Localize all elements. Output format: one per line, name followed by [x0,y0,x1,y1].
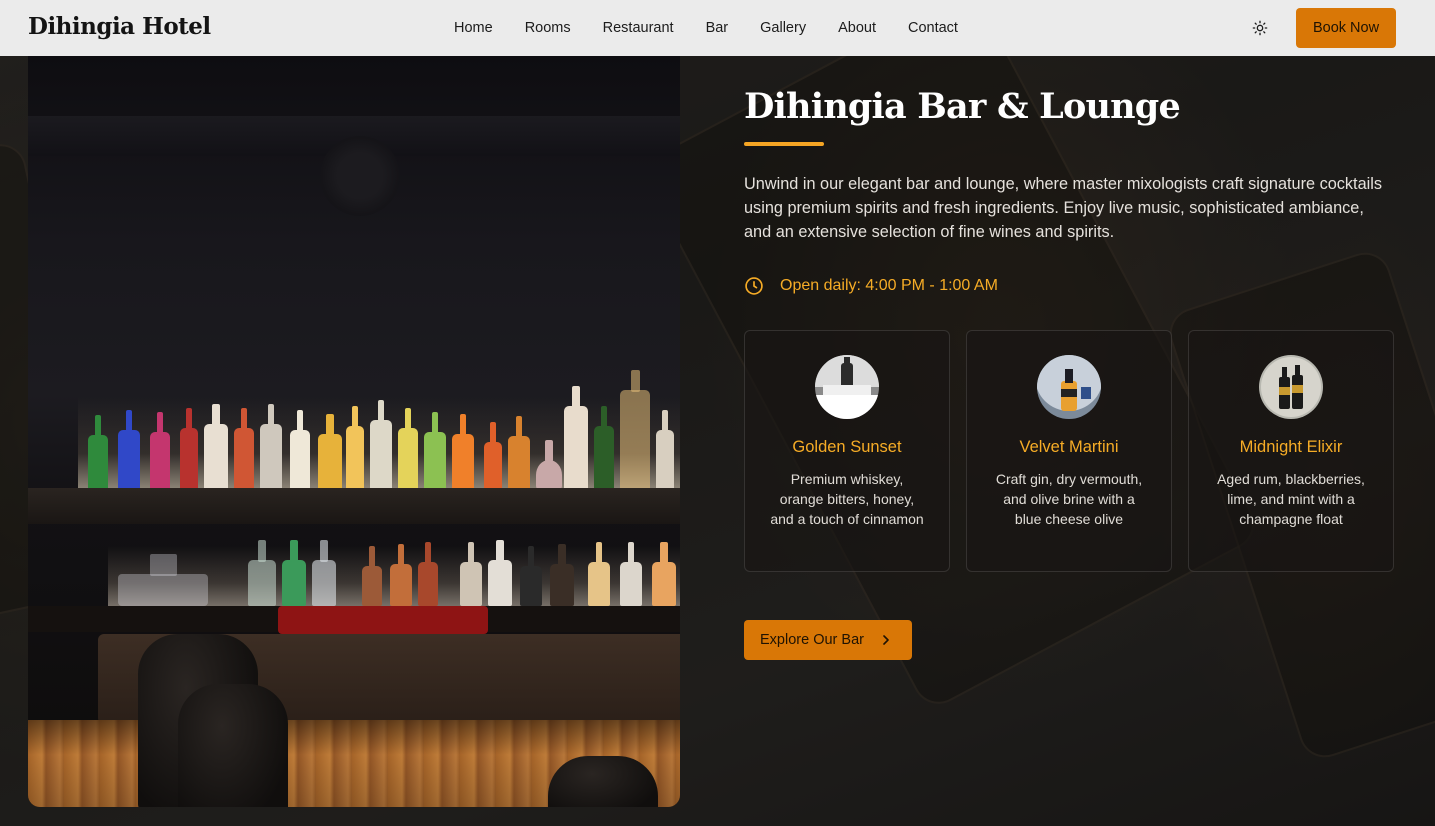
cocktail-card[interactable]: Golden Sunset Premium whiskey, orange bi… [744,330,950,572]
title-underline [744,142,824,146]
bottle-shelf-bottom [118,540,680,606]
cocktail-name: Velvet Martini [1019,438,1119,456]
nav-item-bar[interactable]: Bar [706,20,729,36]
brand-logo[interactable]: Dihingia Hotel [28,13,211,40]
nav-item-about[interactable]: About [838,20,876,36]
cocktail-image [1259,355,1323,419]
nav-links: Home Rooms Restaurant Bar Gallery About … [454,0,990,56]
bar-section: Dihingia Bar & Lounge Unwind in our eleg… [744,56,1404,826]
section-description: Unwind in our elegant bar and lounge, wh… [744,175,1383,241]
bottle-shelf-top [88,370,680,490]
sun-icon [1252,20,1268,36]
cocktail-name: Midnight Elixir [1239,438,1343,456]
explore-bar-label: Explore Our Bar [760,632,864,648]
book-now-button[interactable]: Book Now [1296,8,1396,48]
nav-item-contact[interactable]: Contact [908,20,958,36]
opening-hours-text: Open daily: 4:00 PM - 1:00 AM [780,277,998,294]
cocktail-description: Premium whiskey, orange bitters, honey, … [770,471,924,527]
theme-toggle-button[interactable] [1248,16,1272,40]
nav-item-home[interactable]: Home [454,20,493,36]
cocktail-description: Craft gin, dry vermouth, and olive brine… [995,471,1143,527]
cocktail-card[interactable]: Velvet Martini Craft gin, dry vermouth, … [966,330,1172,572]
bar-stool [178,684,288,807]
nav-item-rooms[interactable]: Rooms [525,20,571,36]
section-title: Dihingia Bar & Lounge [744,86,1181,127]
chevron-right-icon [883,635,889,645]
nav-item-gallery[interactable]: Gallery [760,20,806,36]
signature-cocktails: Golden Sunset Premium whiskey, orange bi… [744,330,1396,572]
cocktail-description: Aged rum, blackberries, lime, and mint w… [1217,471,1365,527]
cocktail-name: Golden Sunset [792,438,902,456]
navbar: Dihingia Hotel Home Rooms Restaurant Bar… [0,0,1435,56]
clock-icon [745,277,763,295]
bar-stool [548,756,658,807]
cocktail-card[interactable]: Midnight Elixir Aged rum, blackberries, … [1188,330,1394,572]
cocktail-image [815,355,879,419]
opening-hours: Open daily: 4:00 PM - 1:00 AM [744,276,998,296]
explore-bar-button[interactable]: Explore Our Bar [744,620,912,660]
bar-photo [28,56,680,807]
cocktail-image [1037,355,1101,419]
nav-item-restaurant[interactable]: Restaurant [603,20,674,36]
